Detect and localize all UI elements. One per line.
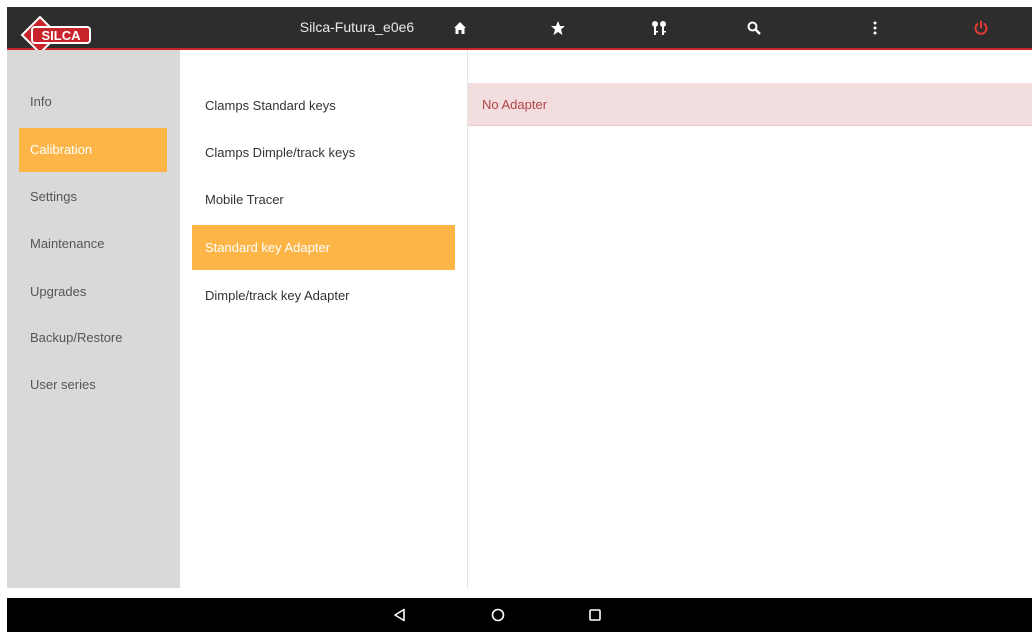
sidebar-item-maintenance[interactable]: Maintenance (19, 222, 167, 266)
android-home-button[interactable] (478, 598, 518, 632)
adapter-status-banner: No Adapter (468, 83, 1032, 126)
home-icon (454, 21, 466, 34)
search-icon (747, 21, 761, 35)
device-name: Silca-Futura_e0e6 (299, 19, 415, 35)
favorites-button[interactable] (538, 7, 578, 48)
home-button[interactable] (440, 7, 480, 48)
back-icon (394, 608, 405, 622)
search-button[interactable] (734, 7, 774, 48)
sidebar-item-backup-restore[interactable]: Backup/Restore (19, 316, 167, 360)
home-circle-icon (491, 608, 505, 622)
detail-panel: No Adapter (468, 50, 1032, 588)
power-icon (974, 20, 988, 35)
sidebar-item-settings[interactable]: Settings (19, 175, 167, 219)
list-item-standard-key-adapter[interactable]: Standard key Adapter (192, 225, 455, 270)
svg-text:SILCA: SILCA (42, 28, 82, 43)
top-bar: SILCA Silca-Futura_e0e6 (7, 7, 1032, 55)
sidebar-item-calibration[interactable]: Calibration (19, 128, 167, 172)
list-item-dimple-key-adapter[interactable]: Dimple/track key Adapter (192, 273, 455, 318)
list-item-mobile-tracer[interactable]: Mobile Tracer (192, 177, 455, 222)
menu-button[interactable] (855, 7, 895, 48)
sidebar-item-upgrades[interactable]: Upgrades (19, 270, 167, 314)
screen: SILCA Silca-Futura_e0e6 Info Calibration… (0, 0, 1032, 632)
sidebar-item-info[interactable]: Info (19, 80, 167, 124)
recents-icon (589, 609, 601, 621)
sidebar-item-user-series[interactable]: User series (19, 363, 167, 407)
back-button[interactable] (380, 598, 420, 632)
sidebar: Info Calibration Settings Maintenance Up… (7, 50, 180, 588)
keys-button[interactable] (639, 7, 679, 48)
star-icon (551, 20, 565, 35)
power-button[interactable] (961, 7, 1001, 48)
android-nav-bar (7, 598, 1032, 632)
list-item-clamps-dimple[interactable]: Clamps Dimple/track keys (192, 130, 455, 175)
keys-icon (652, 20, 666, 35)
recents-button[interactable] (575, 598, 615, 632)
calibration-list: Clamps Standard keys Clamps Dimple/track… (180, 50, 468, 588)
list-item-clamps-standard[interactable]: Clamps Standard keys (192, 83, 455, 128)
more-vert-icon (873, 21, 877, 34)
